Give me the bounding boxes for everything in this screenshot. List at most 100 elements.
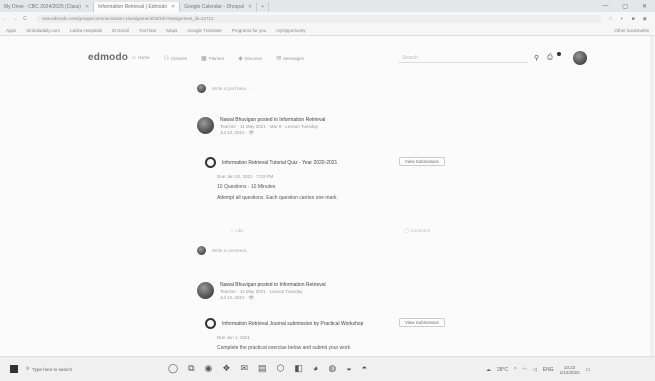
- search-icon[interactable]: ⚲: [534, 54, 539, 62]
- nav-discover[interactable]: ◈ Discover: [238, 55, 262, 62]
- new-tab-button[interactable]: +: [257, 2, 270, 12]
- close-tab-icon[interactable]: ✕: [248, 4, 252, 10]
- nav-planner[interactable]: ▦ Planner: [201, 55, 224, 62]
- tab-edmodo[interactable]: Information Retrieval | Edmodo ✕: [94, 2, 181, 12]
- taskbar-search[interactable]: ⚲ Type here to search: [26, 366, 146, 372]
- main-nav: ⌂ Home ⚇ Classes ▦ Planner ◈ Discover ✉ Messa…: [132, 55, 304, 62]
- bookmark-item[interactable]: Maps: [166, 28, 177, 33]
- system-tray: ☁ 28°C ^ ◠ ◁ ENG 10:22 1/12/2022 ▭: [486, 365, 590, 375]
- due-date: Due Jan 20, 2021 · 7:03 PM: [217, 174, 274, 179]
- comment-composer[interactable]: Write a comment...: [197, 246, 250, 255]
- weather-icon[interactable]: ☁: [486, 367, 491, 373]
- close-tab-icon[interactable]: ✕: [85, 4, 89, 10]
- assignment-title[interactable]: Information Retrieval Tutorial Quiz - Ye…: [222, 160, 337, 166]
- messages-icon: ✉: [276, 56, 282, 62]
- task-view-icon[interactable]: ⧉: [188, 363, 194, 374]
- windows-taskbar: ⚲ Type here to search ◯ ⧉ ◉ ❖ ✉ ▤ ⬡ ◧ ◕ …: [0, 356, 655, 381]
- comment-button[interactable]: ◯ Comment: [404, 228, 430, 234]
- author-avatar[interactable]: [197, 282, 214, 299]
- page-scrollbar[interactable]: [650, 36, 654, 356]
- tab-label: My Drive - CBC 2024/2025 (Class): [4, 4, 81, 10]
- bookmark-item[interactable]: YouTube: [139, 28, 157, 33]
- clock[interactable]: 10:22 1/12/2022: [560, 365, 580, 375]
- post-detail: Teacher · 11 May 2021 · Lesson Tuesday: [220, 289, 303, 294]
- maximize-button[interactable]: ▢: [622, 3, 628, 10]
- back-icon[interactable]: ←: [0, 16, 10, 22]
- assignment-card[interactable]: Information Retrieval Journal submission…: [205, 318, 445, 351]
- tab-drive[interactable]: My Drive - CBC 2024/2025 (Class) ✕: [0, 2, 95, 12]
- home-icon: ⌂: [132, 55, 136, 61]
- comment-prompt: Write a comment...: [212, 248, 250, 253]
- author-avatar[interactable]: [197, 117, 214, 134]
- like-button[interactable]: ☆ Like: [230, 228, 244, 234]
- bookmark-item[interactable]: Programs for you: [232, 28, 267, 33]
- reload-icon[interactable]: C: [20, 16, 30, 22]
- assignment-icon: [205, 318, 216, 329]
- due-date: Due Jun 1, 2021: [217, 335, 251, 340]
- post-actions: ☆ Like ◯ Comment: [230, 228, 430, 234]
- bookmark-item[interactable]: Google Translate: [187, 28, 221, 33]
- edmodo-logo[interactable]: edmodo: [88, 52, 128, 63]
- files-icon[interactable]: ▤: [258, 363, 267, 374]
- user-avatar[interactable]: [572, 51, 587, 65]
- post-author[interactable]: Nawal Bhuvigan posted in Information Ret…: [220, 117, 325, 123]
- tab-label: Information Retrieval | Edmodo: [98, 4, 168, 10]
- volume-icon[interactable]: ◁: [533, 367, 537, 373]
- bookmark-item[interactable]: Lanka Hospitals: [70, 28, 102, 33]
- minimize-button[interactable]: —: [602, 3, 608, 10]
- app-header: edmodo ⌂ Home ⚇ Classes ▦ Planner ◈ Discover…: [0, 48, 655, 68]
- app-icon[interactable]: ◕: [313, 363, 318, 374]
- assignment-instructions: Attempt all questions. Each question car…: [217, 195, 338, 201]
- bookmark-item[interactable]: myOpportunity: [276, 28, 305, 33]
- tab-label: Google Calendar - Dhrupal: [184, 4, 244, 10]
- assignment-summary: Complete the practical exercise below an…: [217, 345, 351, 351]
- view-submission-button[interactable]: View Submission: [398, 318, 445, 327]
- notifications-icon[interactable]: ▭: [586, 367, 591, 373]
- post-author[interactable]: Nawal Bhuvigan posted to Information Ret…: [220, 282, 326, 288]
- bookmark-item[interactable]: Apps: [6, 28, 16, 33]
- app-icon[interactable]: ◒: [346, 363, 351, 374]
- tab-calendar[interactable]: Google Calendar - Dhrupal ✕: [180, 2, 258, 12]
- nav-classes[interactable]: ⚇ Classes: [164, 55, 187, 62]
- profile-icon[interactable]: ◉: [643, 16, 647, 22]
- post-prompt: Write a post here...: [212, 86, 250, 91]
- browser-tab-strip: My Drive - CBC 2024/2025 (Class) ✕ Inform…: [0, 0, 655, 12]
- assignment-card[interactable]: Information Retrieval Tutorial Quiz - Ye…: [205, 157, 445, 201]
- chrome-icon[interactable]: ◉: [205, 363, 213, 374]
- cortana-icon[interactable]: ◯: [168, 363, 178, 374]
- extension-icon[interactable]: ◐: [621, 16, 624, 22]
- weather-text[interactable]: 28°C: [497, 367, 508, 373]
- close-window-button[interactable]: ✕: [642, 3, 647, 10]
- bookmark-item[interactable]: M Gmail: [112, 28, 129, 33]
- search-input[interactable]: Search: [398, 53, 528, 63]
- forward-icon[interactable]: →: [10, 16, 20, 22]
- bookmark-item[interactable]: Sinhaladaily.com: [26, 28, 60, 33]
- view-submission-button[interactable]: View Submission: [398, 157, 445, 166]
- other-bookmarks[interactable]: Other bookmarks: [614, 28, 655, 33]
- app-icon[interactable]: ⬡: [277, 363, 285, 374]
- windows-start-icon[interactable]: [10, 365, 18, 373]
- nav-messages[interactable]: ✉ Messages: [276, 55, 304, 62]
- post-time: Jul 13, 2021 · 👁: [220, 130, 255, 135]
- close-tab-icon[interactable]: ✕: [171, 4, 175, 10]
- post-composer[interactable]: Write a post here...: [197, 84, 250, 93]
- assignment-title[interactable]: Information Retrieval Journal submission…: [222, 321, 392, 327]
- dropbox-icon[interactable]: ❖: [222, 363, 230, 374]
- bookmark-star-icon[interactable]: ☆: [608, 16, 612, 22]
- app-icon[interactable]: ◍: [328, 363, 336, 374]
- search-icon: ⚲: [26, 366, 30, 371]
- app-icon[interactable]: ◓: [362, 363, 367, 374]
- header-icons: ⚲ ⎙: [534, 51, 587, 65]
- notifications-icon[interactable]: ⎙: [547, 54, 553, 62]
- app-icon[interactable]: ◧: [294, 363, 303, 374]
- tray-arrow-icon[interactable]: ^: [514, 367, 516, 373]
- network-icon[interactable]: ◠: [523, 367, 527, 373]
- extension-icon[interactable]: ■: [632, 16, 635, 22]
- nav-home[interactable]: ⌂ Home: [132, 55, 150, 62]
- mail-icon[interactable]: ✉: [240, 363, 248, 374]
- url-field[interactable]: new.edmodo.com/groups/communication-1/as…: [36, 14, 603, 23]
- post-time: Jul 13, 2021 · 👁: [220, 295, 255, 300]
- language-indicator[interactable]: ENG: [543, 367, 554, 373]
- assignment-summary: 10 Questions · 10 Minutes: [217, 184, 276, 190]
- avatar: [197, 84, 206, 93]
